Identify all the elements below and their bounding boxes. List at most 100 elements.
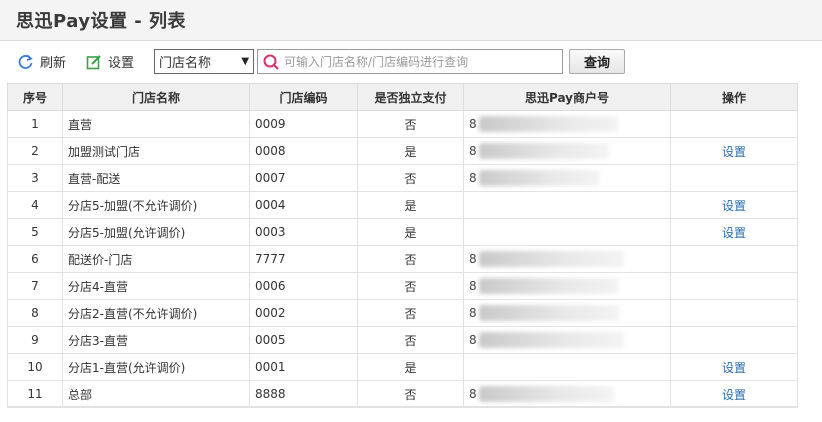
row-setting-link[interactable]: 设置 (722, 361, 746, 375)
store-table: 序号 门店名称 门店编码 是否独立支付 思迅Pay商户号 操作 1 直营 0009 否… (7, 83, 798, 408)
header-independent-pay[interactable]: 是否独立支付 (357, 83, 464, 111)
cell-merchant-no (463, 191, 671, 219)
cell-operation (670, 110, 798, 138)
table-row[interactable]: 7 分店4-直营 0006 否 8 (7, 272, 798, 300)
cell-independent-pay: 是 (357, 218, 464, 246)
table-row[interactable]: 2 加盟测试门店 0008 是 8 设置 (7, 137, 798, 165)
header-operation[interactable]: 操作 (670, 83, 798, 111)
merchant-prefix: 8 (469, 251, 477, 266)
cell-operation: 设置 (670, 191, 798, 219)
cell-store-name: 分店5-加盟(允许调价) (62, 218, 250, 246)
cell-store-code: 0005 (249, 326, 358, 354)
row-setting-link[interactable]: 设置 (722, 226, 746, 240)
table-row[interactable]: 1 直营 0009 否 8 (7, 110, 798, 138)
cell-store-code: 0004 (249, 191, 358, 219)
cell-independent-pay: 是 (357, 191, 464, 219)
query-button[interactable]: 查询 (569, 49, 626, 74)
row-setting-link[interactable]: 设置 (722, 199, 746, 213)
cell-store-name: 配送价-门店 (62, 245, 250, 273)
table-row[interactable]: 6 配送价-门店 7777 否 8 (7, 245, 798, 273)
redacted-block (478, 116, 619, 132)
cell-seq: 11 (7, 380, 63, 408)
merchant-prefix: 8 (469, 143, 477, 158)
refresh-label: 刷新 (40, 56, 67, 71)
header-merchant-no[interactable]: 思迅Pay商户号 (463, 83, 671, 111)
cell-store-name: 直营 (62, 110, 250, 138)
cell-store-code: 0003 (249, 218, 358, 246)
cell-merchant-no (463, 218, 671, 246)
cell-merchant-no: 8 (463, 137, 671, 165)
merchant-prefix: 8 (469, 332, 477, 347)
cell-merchant-no: 8 (463, 299, 671, 327)
table-row[interactable]: 8 分店2-直营(不允许调价) 0002 否 8 (7, 299, 798, 327)
refresh-button[interactable]: 刷新 (18, 52, 66, 71)
table-row[interactable]: 5 分店5-加盟(允许调价) 0003 是 设置 (7, 218, 798, 246)
redacted-block (478, 332, 624, 348)
cell-store-code: 0001 (249, 353, 358, 381)
chevron-down-icon: ▼ (241, 56, 250, 67)
merchant-prefix: 8 (469, 170, 477, 185)
merchant-prefix: 8 (469, 116, 477, 131)
setting-button[interactable]: 设置 (86, 52, 134, 71)
redacted-block (478, 251, 624, 267)
search-input[interactable]: 可输入门店名称/门店编码进行查询 (257, 49, 564, 74)
divider (7, 406, 797, 407)
table-row[interactable]: 3 直营-配送 0007 否 8 (7, 164, 798, 192)
cell-seq: 4 (7, 191, 63, 219)
redacted-block (478, 305, 619, 321)
cell-independent-pay: 是 (357, 137, 464, 165)
cell-seq: 2 (7, 137, 63, 165)
table-row[interactable]: 10 分店1-直营(允许调价) 0001 是 设置 (7, 353, 798, 381)
cell-store-name: 分店2-直营(不允许调价) (62, 299, 250, 327)
row-setting-link[interactable]: 设置 (722, 145, 746, 159)
redacted-block (478, 143, 609, 159)
redacted-block (478, 386, 614, 402)
header-store-name[interactable]: 门店名称 (62, 83, 250, 111)
cell-operation (670, 326, 798, 354)
cell-store-code: 0007 (249, 164, 358, 192)
search-field-select[interactable]: 门店名称 ▼ (154, 49, 255, 74)
cell-store-code: 7777 (249, 245, 358, 273)
cell-merchant-no: 8 (463, 380, 671, 408)
cell-independent-pay: 否 (357, 272, 464, 300)
redacted-block (478, 170, 599, 186)
cell-store-name: 分店1-直营(允许调价) (62, 353, 250, 381)
cell-merchant-no: 8 (463, 110, 671, 138)
title-bar: 思迅Pay设置 - 列表 (0, 0, 822, 41)
page-title: 思迅Pay设置 - 列表 (16, 11, 187, 32)
cell-store-code: 0002 (249, 299, 358, 327)
merchant-prefix: 8 (469, 278, 477, 293)
cell-seq: 1 (7, 110, 63, 138)
header-store-code[interactable]: 门店编码 (249, 83, 358, 111)
cell-operation: 设置 (670, 380, 798, 408)
cell-store-name: 总部 (62, 380, 250, 408)
search-placeholder: 可输入门店名称/门店编码进行查询 (284, 55, 469, 69)
cell-seq: 9 (7, 326, 63, 354)
redacted-block (478, 278, 619, 294)
cell-operation: 设置 (670, 137, 798, 165)
cell-independent-pay: 否 (357, 380, 464, 408)
cell-merchant-no: 8 (463, 272, 671, 300)
cell-store-code: 0008 (249, 137, 358, 165)
table-row[interactable]: 4 分店5-加盟(不允许调价) 0004 是 设置 (7, 191, 798, 219)
cell-seq: 7 (7, 272, 63, 300)
merchant-prefix: 8 (469, 386, 477, 401)
cell-seq: 5 (7, 218, 63, 246)
cell-independent-pay: 否 (357, 245, 464, 273)
cell-independent-pay: 是 (357, 353, 464, 381)
cell-store-name: 分店3-直营 (62, 326, 250, 354)
page: 思迅Pay设置 - 列表 刷新 设置 门店名称 ▼ 可输入门店名称/门店编码进行… (0, 0, 822, 422)
cell-store-code: 8888 (249, 380, 358, 408)
cell-merchant-no (463, 353, 671, 381)
cell-operation (670, 164, 798, 192)
cell-operation (670, 299, 798, 327)
header-seq[interactable]: 序号 (7, 83, 63, 111)
table-row[interactable]: 11 总部 8888 否 8 设置 (7, 380, 798, 408)
cell-seq: 10 (7, 353, 63, 381)
cell-store-name: 加盟测试门店 (62, 137, 250, 165)
toolbar: 刷新 设置 门店名称 ▼ 可输入门店名称/门店编码进行查询 查询 (0, 41, 822, 82)
table-row[interactable]: 9 分店3-直营 0005 否 8 (7, 326, 798, 354)
table-header-row: 序号 门店名称 门店编码 是否独立支付 思迅Pay商户号 操作 (7, 83, 798, 111)
row-setting-link[interactable]: 设置 (722, 388, 746, 402)
cell-operation: 设置 (670, 218, 798, 246)
